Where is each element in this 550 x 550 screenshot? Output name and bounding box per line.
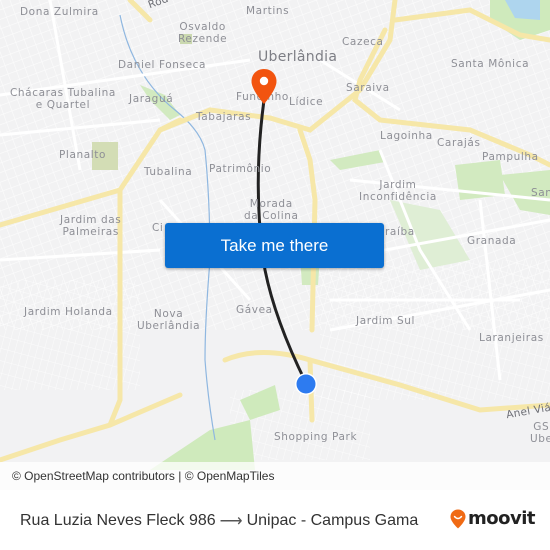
- route-footer: Rua Luzia Neves Fleck 986 ⟶ Unipac - Cam…: [0, 490, 550, 550]
- neighborhood-label: Jaraguá: [129, 93, 174, 105]
- map-pin-icon[interactable]: [250, 68, 278, 106]
- neighborhood-label: Carajás: [437, 137, 481, 149]
- neighborhood-label: San: [531, 187, 550, 199]
- neighborhood-label: Patrimônio: [209, 163, 272, 175]
- neighborhood-label: Osvaldo Rezende: [178, 21, 228, 45]
- destination-name: Unipac - Campus Gama: [246, 512, 419, 529]
- origin-name: Rua Luzia Neves Fleck 986: [20, 512, 216, 529]
- urban-grid-southeast: [320, 260, 550, 400]
- neighborhood-label: Tabajaras: [196, 111, 252, 123]
- neighborhood-label: Daniel Fonseca: [118, 59, 207, 71]
- neighborhood-label: Dona Zulmira: [20, 6, 99, 18]
- neighborhood-label: Martins: [246, 5, 290, 17]
- map-attribution: © OpenStreetMap contributors | © OpenMap…: [0, 462, 550, 490]
- neighborhood-label: GS Ube: [530, 421, 550, 445]
- neighborhood-label: Planalto: [59, 149, 107, 161]
- neighborhood-label: Jardim Holanda: [24, 306, 113, 318]
- neighborhood-label: Saraiva: [346, 82, 390, 94]
- neighborhood-label: Gávea: [236, 304, 273, 316]
- neighborhood-label: Lídice: [289, 96, 324, 108]
- neighborhood-label: Laranjeiras: [479, 332, 544, 344]
- neighborhood-label: Cazeca: [342, 36, 384, 48]
- moovit-logo[interactable]: moovit: [450, 508, 536, 529]
- neighborhood-label: Granada: [467, 235, 517, 247]
- neighborhood-label: Santa Mônica: [451, 58, 530, 70]
- moovit-wordmark: moovit: [468, 508, 536, 529]
- neighborhood-label: Jardim Sul: [356, 315, 416, 327]
- attribution-text[interactable]: © OpenStreetMap contributors | © OpenMap…: [12, 469, 274, 483]
- neighborhood-label: Shopping Park: [274, 431, 358, 443]
- neighborhood-label: Pampulha: [482, 151, 539, 163]
- neighborhood-label: Lagoinha: [380, 130, 433, 142]
- neighborhood-label: Morada da Colina: [244, 198, 299, 222]
- neighborhood-label: Ci: [152, 222, 164, 234]
- map-view[interactable]: Dona Zulmira Martins Osvaldo Rezende Caz…: [0, 0, 550, 490]
- route-summary: Rua Luzia Neves Fleck 986 ⟶ Unipac - Cam…: [20, 511, 418, 531]
- neighborhood-label: raíba: [385, 226, 415, 238]
- current-location-dot-icon[interactable]: [294, 372, 318, 396]
- take-me-there-button[interactable]: Take me there: [165, 223, 384, 268]
- neighborhood-label: Jardim das Palmeiras: [60, 214, 122, 238]
- neighborhood-label: Chácaras Tubalina e Quartel: [10, 87, 116, 111]
- moovit-pin-icon: [450, 509, 466, 528]
- neighborhood-label: Jardim Inconfidência: [359, 179, 437, 203]
- neighborhood-label: Nova Uberlândia: [137, 308, 201, 332]
- arrow-right-icon: ⟶: [219, 513, 243, 530]
- neighborhood-label: Tubalina: [144, 166, 193, 178]
- city-label: Uberlândia: [258, 49, 338, 65]
